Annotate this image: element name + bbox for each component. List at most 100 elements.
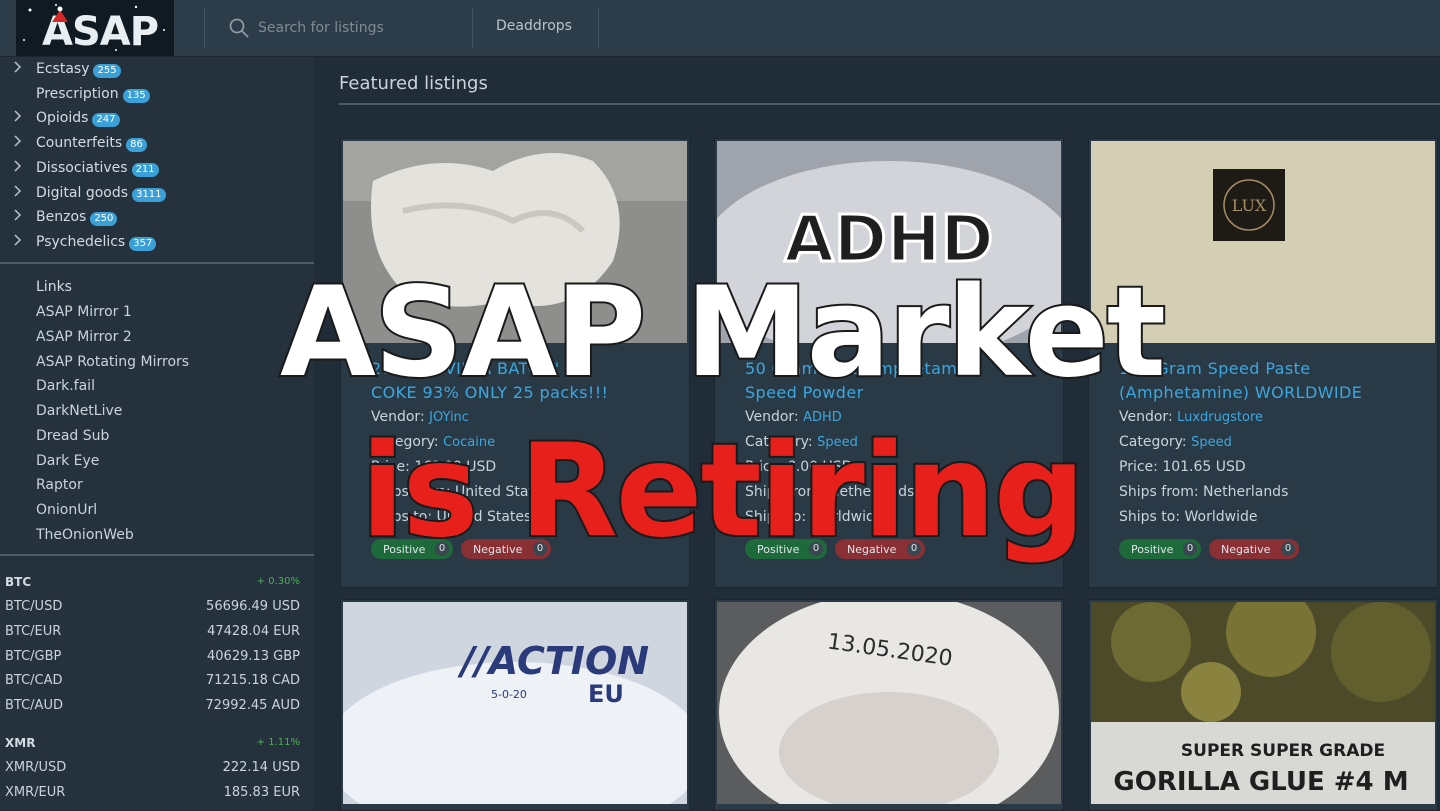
image-text: EU (588, 680, 624, 708)
negative-feedback-badge: Negative 0 (835, 539, 925, 559)
category-label: Prescription (36, 85, 119, 102)
chevron-right-icon (14, 61, 22, 73)
positive-feedback-badge: Positive 0 (1119, 539, 1201, 559)
link-darknetlive[interactable]: DarkNetLive (36, 403, 122, 419)
negative-count: 0 (1281, 542, 1295, 556)
sidebar-divider (0, 554, 314, 556)
negative-feedback-badge: Negative 0 (461, 539, 551, 559)
positive-label: Positive (1131, 542, 1174, 556)
positive-count: 0 (1183, 542, 1197, 556)
link-asap-mirror-2[interactable]: ASAP Mirror 2 (36, 329, 132, 345)
category-label: Digital goods (36, 184, 129, 201)
category-link[interactable]: Speed (1191, 435, 1232, 450)
ships-from: Ships from: United States (371, 484, 550, 500)
listing-image[interactable]: SUPER SUPER GRADE GORILLA GLUE #4 M (1091, 602, 1435, 804)
positive-count: 0 (809, 542, 823, 556)
category-item-dissociatives[interactable]: Dissociatives 211 (0, 156, 300, 180)
ships-to: Ships to: United States (371, 509, 532, 525)
listing-card[interactable]: 13.05.2020 (714, 599, 1064, 811)
nav-link-deaddrops[interactable]: Deaddrops (496, 18, 572, 34)
listing-image[interactable]: //ACTION EU 5-0-20 (343, 602, 687, 804)
price: Price: 16?.00 USD (371, 459, 497, 475)
listing-title[interactable]: 100 Gram Speed Paste (Amphetamine) WORLD… (1119, 357, 1419, 405)
category-label: Ecstasy (36, 60, 90, 77)
rate-value: 47428.04 EUR (207, 624, 300, 639)
rate-label: BTC/CAD (5, 673, 63, 688)
search-input[interactable] (256, 19, 450, 37)
ships-from: Ships from: Netherlands (1119, 484, 1289, 500)
rate-value: 71215.18 CAD (205, 673, 300, 688)
category-link[interactable]: Speed (817, 435, 858, 450)
listing-image[interactable] (343, 141, 687, 343)
category-label: Category: (1119, 434, 1187, 450)
rate-label: XMR/USD (5, 760, 67, 775)
link-theonionweb[interactable]: TheOnionWeb (36, 527, 134, 543)
count-badge: 3111 (132, 187, 166, 202)
category-item-ecstasy[interactable]: Ecstasy 255 (0, 57, 300, 81)
listing-image[interactable]: LUX (1091, 141, 1435, 343)
positive-label: Positive (383, 542, 426, 556)
image-text: SUPER SUPER GRADE (1181, 741, 1385, 761)
chevron-right-icon (14, 110, 22, 122)
category-item-prescription[interactable]: Prescription 135 (0, 82, 300, 106)
category-link[interactable]: Cocaine (443, 435, 495, 450)
category-label: Dissociatives (36, 159, 128, 176)
top-bar: ASAP Deaddrops (0, 0, 1440, 57)
vendor-line: Vendor: JOYinc (371, 409, 469, 425)
rate-value: 40629.13 GBP (207, 649, 300, 664)
site-logo[interactable]: ASAP (16, 0, 174, 56)
vendor-link[interactable]: JOYinc (429, 410, 469, 425)
category-item-opioids[interactable]: Opioids 247 (0, 106, 300, 130)
header-divider (598, 8, 599, 48)
link-dark-fail[interactable]: Dark.fail (36, 378, 95, 394)
category-item-digital-goods[interactable]: Digital goods 3111 (0, 181, 300, 205)
link-raptor[interactable]: Raptor (36, 477, 83, 493)
listing-card[interactable]: LUX 100 Gram Speed Paste (Amphetamine) W… (1088, 138, 1438, 588)
link-asap-mirror-1[interactable]: ASAP Mirror 1 (36, 304, 132, 320)
listing-title[interactable]: 20 G "SEVILLA BATCH" COKE 93% ONLY 25 pa… (371, 357, 671, 405)
listing-title-line: 50 Gram Pure Amphetamine (745, 359, 983, 378)
positive-feedback-badge: Positive 0 (371, 539, 453, 559)
link-dread-sub[interactable]: Dread Sub (36, 428, 109, 444)
chevron-right-icon (14, 209, 22, 221)
vendor-line: Vendor: Luxdrugstore (1119, 409, 1263, 425)
category-label: Counterfeits (36, 134, 123, 151)
category-item-counterfeits[interactable]: Counterfeits 86 (0, 131, 300, 155)
link-onionurl[interactable]: OnionUrl (36, 502, 97, 518)
listing-card[interactable]: ADHD 50 Gram Pure Amphetamine Speed Powd… (714, 138, 1064, 588)
count-badge: 255 (93, 63, 121, 78)
image-text: //ACTION (457, 639, 649, 683)
price: Price: 101.65 USD (1119, 459, 1246, 475)
listing-title-line: Speed Powder (745, 383, 864, 402)
category-item-psychedelics[interactable]: Psychedelics 357 (0, 230, 300, 254)
search-bar[interactable] (228, 14, 458, 42)
listing-title-line: (Amphetamine) WORLDWIDE (1119, 383, 1363, 402)
listing-card[interactable]: 20 G "SEVILLA BATCH" COKE 93% ONLY 25 pa… (340, 138, 690, 588)
listing-card[interactable]: SUPER SUPER GRADE GORILLA GLUE #4 M (1088, 599, 1438, 811)
chevron-right-icon (14, 185, 22, 197)
ships-from: Ships from: Netherlands (745, 484, 915, 500)
rate-label: BTC/USD (5, 599, 63, 614)
count-badge: 250 (90, 211, 118, 226)
listing-title-line: COKE 93% ONLY 25 packs!!! (371, 383, 609, 402)
listing-title[interactable]: 50 Gram Pure Amphetamine Speed Powder (745, 357, 1045, 405)
count-badge: 247 (92, 112, 120, 127)
positive-label: Positive (757, 542, 800, 556)
listing-image[interactable]: ADHD (717, 141, 1061, 343)
vendor-label: Vendor: (1119, 409, 1173, 425)
listing-card[interactable]: //ACTION EU 5-0-20 (340, 599, 690, 811)
image-text: LUX (1232, 196, 1267, 215)
listing-image[interactable]: 13.05.2020 (717, 602, 1061, 804)
header-divider (204, 8, 205, 48)
rate-label: BTC/AUD (5, 698, 63, 713)
vendor-line: Vendor: ADHD (745, 409, 842, 425)
vendor-link[interactable]: ADHD (803, 410, 842, 425)
link-asap-rotating-mirrors[interactable]: ASAP Rotating Mirrors (36, 354, 189, 370)
category-item-benzos[interactable]: Benzos 250 (0, 205, 300, 229)
category-label: Benzos (36, 208, 87, 225)
vendor-link[interactable]: Luxdrugstore (1177, 410, 1263, 425)
vendor-label: Vendor: (371, 409, 425, 425)
negative-count: 0 (907, 542, 921, 556)
count-badge: 357 (129, 236, 157, 251)
link-dark-eye[interactable]: Dark Eye (36, 453, 99, 469)
